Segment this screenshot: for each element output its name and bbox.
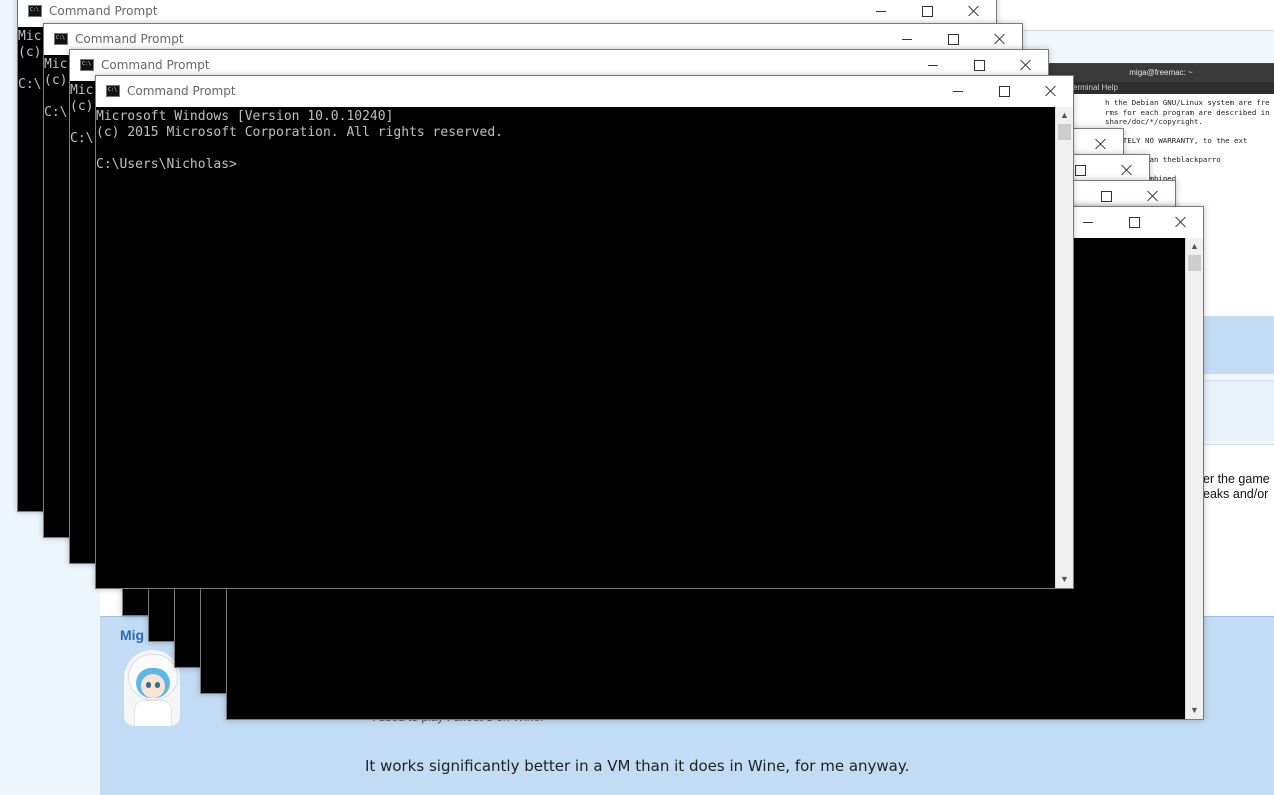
terminal-line: h the Debian GNU/Linux system are fre: [1105, 98, 1270, 107]
window-title: Command Prompt: [127, 84, 236, 98]
post-info-right: [1200, 380, 1274, 441]
post-header-right: [1200, 316, 1274, 374]
console-line: C:\: [18, 77, 42, 92]
cmd-icon: [80, 59, 94, 71]
scroll-thumb[interactable]: [1058, 124, 1071, 140]
scroll-up-icon[interactable]: ▲: [1056, 107, 1073, 124]
window-title: Command Prompt: [75, 32, 184, 46]
post-author-name[interactable]: Mig: [120, 627, 144, 643]
window-title: Command Prompt: [49, 4, 158, 18]
close-icon[interactable]: [1157, 207, 1203, 238]
console-line: Mic: [44, 57, 68, 72]
cmd-titlebar[interactable]: Command Prompt: [96, 76, 1073, 107]
scroll-up-icon[interactable]: ▲: [1186, 238, 1203, 255]
cmd-icon: [106, 85, 120, 97]
scroll-thumb[interactable]: [1188, 255, 1201, 271]
post-message: It works significantly better in a VM th…: [365, 757, 910, 775]
terminal-menu[interactable]: erminal Help: [1047, 82, 1274, 94]
cmd-window-active[interactable]: Command Prompt Microsoft Windows [Versio…: [95, 75, 1074, 589]
cmd-icon: [54, 33, 68, 45]
console-line: C:\: [44, 105, 68, 120]
terminal-line: rms for each program are described in: [1105, 107, 1270, 117]
console-line: C:\: [70, 131, 94, 146]
close-icon[interactable]: [1027, 76, 1073, 107]
scroll-down-icon[interactable]: ▼: [1186, 702, 1203, 719]
console-output[interactable]: Microsoft Windows [Version 10.0.10240] (…: [96, 107, 1056, 588]
vertical-scrollbar[interactable]: ▲ ▼: [1055, 107, 1073, 588]
scroll-down-icon[interactable]: ▼: [1056, 571, 1073, 588]
maximize-icon[interactable]: [981, 76, 1027, 107]
console-version-line: Microsoft Windows [Version 10.0.10240]: [96, 109, 394, 124]
console-prompt: C:\Users\Nicholas>: [96, 157, 237, 172]
console-line: Mic: [70, 83, 94, 98]
cmd-icon: [28, 5, 42, 17]
post-body-fragment: er the game eaks and/or: [1203, 472, 1270, 501]
minimize-icon[interactable]: [935, 76, 981, 107]
console-line: (c): [70, 99, 94, 114]
console-line: (c): [18, 45, 42, 60]
terminal-title: miga@freemac: ~: [1047, 64, 1274, 82]
vertical-scrollbar[interactable]: ▲ ▼: [1185, 238, 1203, 719]
page-top-strip: [990, 0, 1274, 31]
window-title: Command Prompt: [101, 58, 210, 72]
terminal-line: SOLUTELY NO WARRANTY, to the ext: [1105, 136, 1248, 145]
console-copyright-line: (c) 2015 Microsoft Corporation. All righ…: [96, 125, 503, 140]
maximize-icon[interactable]: [1111, 207, 1157, 238]
terminal-line: share/doc/*/copyright.: [1105, 117, 1203, 126]
user-avatar[interactable]: [124, 650, 180, 726]
console-line: Mic: [18, 29, 42, 44]
console-line: (c): [44, 73, 68, 88]
